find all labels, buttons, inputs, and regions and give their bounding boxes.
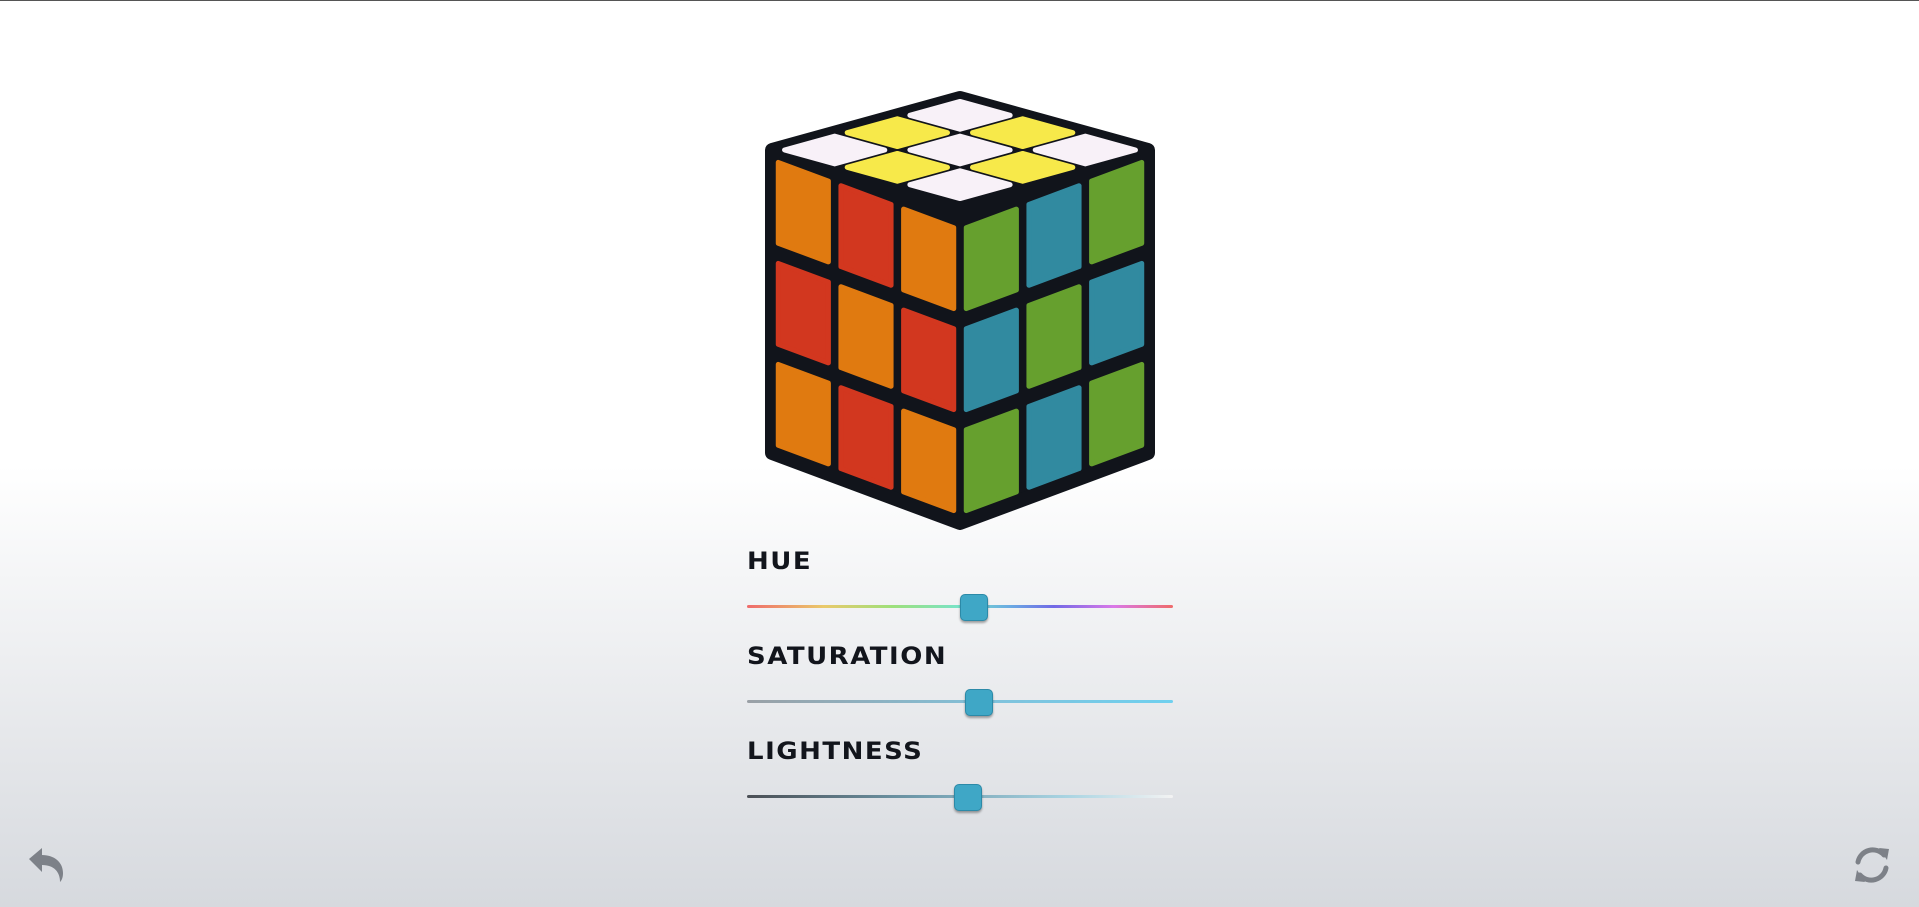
right-face-sticker (1026, 385, 1082, 490)
left-face-sticker (775, 159, 831, 265)
right-face-sticker (1089, 260, 1145, 366)
hue-label: HUE (747, 548, 813, 576)
left-face-sticker (838, 183, 894, 288)
left-face-sticker (901, 307, 957, 413)
color-controls: HUE SATURATION LIGHTNESS (747, 548, 1173, 833)
right-face-sticker (1026, 183, 1082, 288)
hue-control: HUE (747, 548, 1173, 643)
right-face-sticker (963, 408, 1019, 514)
rubiks-cube (765, 91, 1155, 530)
lightness-slider-thumb[interactable] (953, 784, 982, 811)
undo-button[interactable] (25, 843, 69, 887)
left-face-sticker (901, 408, 957, 514)
right-face-sticker (1026, 284, 1082, 389)
left-face-sticker (838, 284, 894, 389)
right-face-sticker (963, 206, 1019, 312)
left-face-sticker (901, 206, 957, 312)
saturation-slider-track[interactable] (747, 700, 1173, 703)
right-face-sticker (963, 307, 1019, 413)
left-face-sticker (838, 385, 894, 490)
left-face-sticker (775, 260, 831, 366)
right-face-sticker (1089, 159, 1145, 265)
left-face-sticker (775, 361, 831, 467)
saturation-slider-thumb[interactable] (965, 689, 994, 716)
lightness-label: LIGHTNESS (747, 738, 924, 766)
right-face-sticker (1089, 361, 1145, 467)
refresh-icon (1855, 847, 1889, 883)
refresh-button[interactable] (1850, 843, 1894, 887)
saturation-control: SATURATION (747, 643, 1173, 738)
lightness-control: LIGHTNESS (747, 738, 1173, 833)
hue-slider-thumb[interactable] (960, 594, 989, 621)
window-top-border (0, 0, 1919, 1)
undo-arrow-icon (29, 848, 63, 882)
saturation-label: SATURATION (747, 643, 948, 671)
